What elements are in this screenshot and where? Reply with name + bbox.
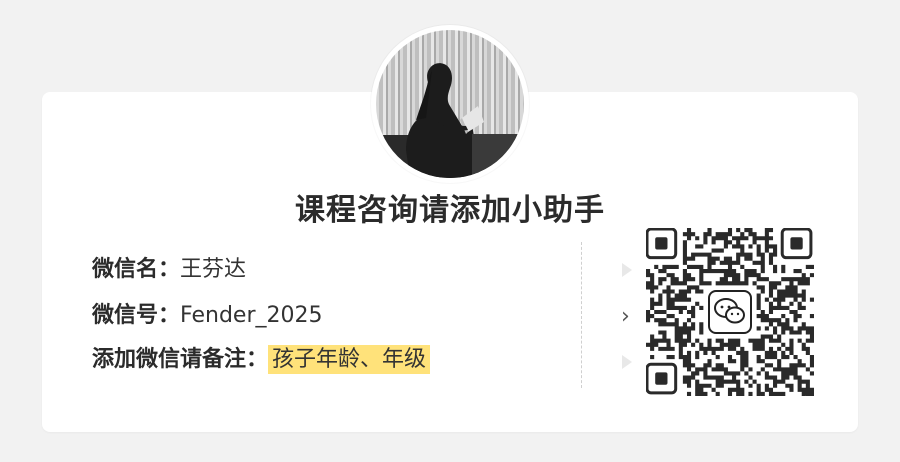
note-label: 添加微信请备注： [92, 347, 269, 372]
triangle-right-icon [622, 355, 632, 369]
page-title: 课程咨询请添加小助手 [295, 193, 605, 228]
avatar [371, 25, 529, 183]
note-value-highlight: 孩子年龄、年级 [268, 345, 431, 374]
wechat-id-value: Fender_2025 [180, 303, 323, 328]
wechat-id-row: 微信号：Fender_2025 [92, 302, 322, 330]
note-row: 添加微信请备注： 孩子年龄、年级 [92, 345, 431, 374]
wechat-name-value: 王芬达 [180, 257, 247, 282]
wechat-name-label: 微信名： [92, 257, 181, 282]
qr-code[interactable] [646, 228, 814, 396]
wechat-name-row: 微信名：王芬达 [92, 256, 246, 284]
wechat-id-label: 微信号： [92, 303, 181, 328]
chevron-right-icon: › [621, 304, 630, 329]
dashed-divider [581, 242, 582, 388]
triangle-right-icon [622, 263, 632, 277]
wechat-icon [708, 290, 752, 334]
avatar-photo [376, 30, 524, 178]
